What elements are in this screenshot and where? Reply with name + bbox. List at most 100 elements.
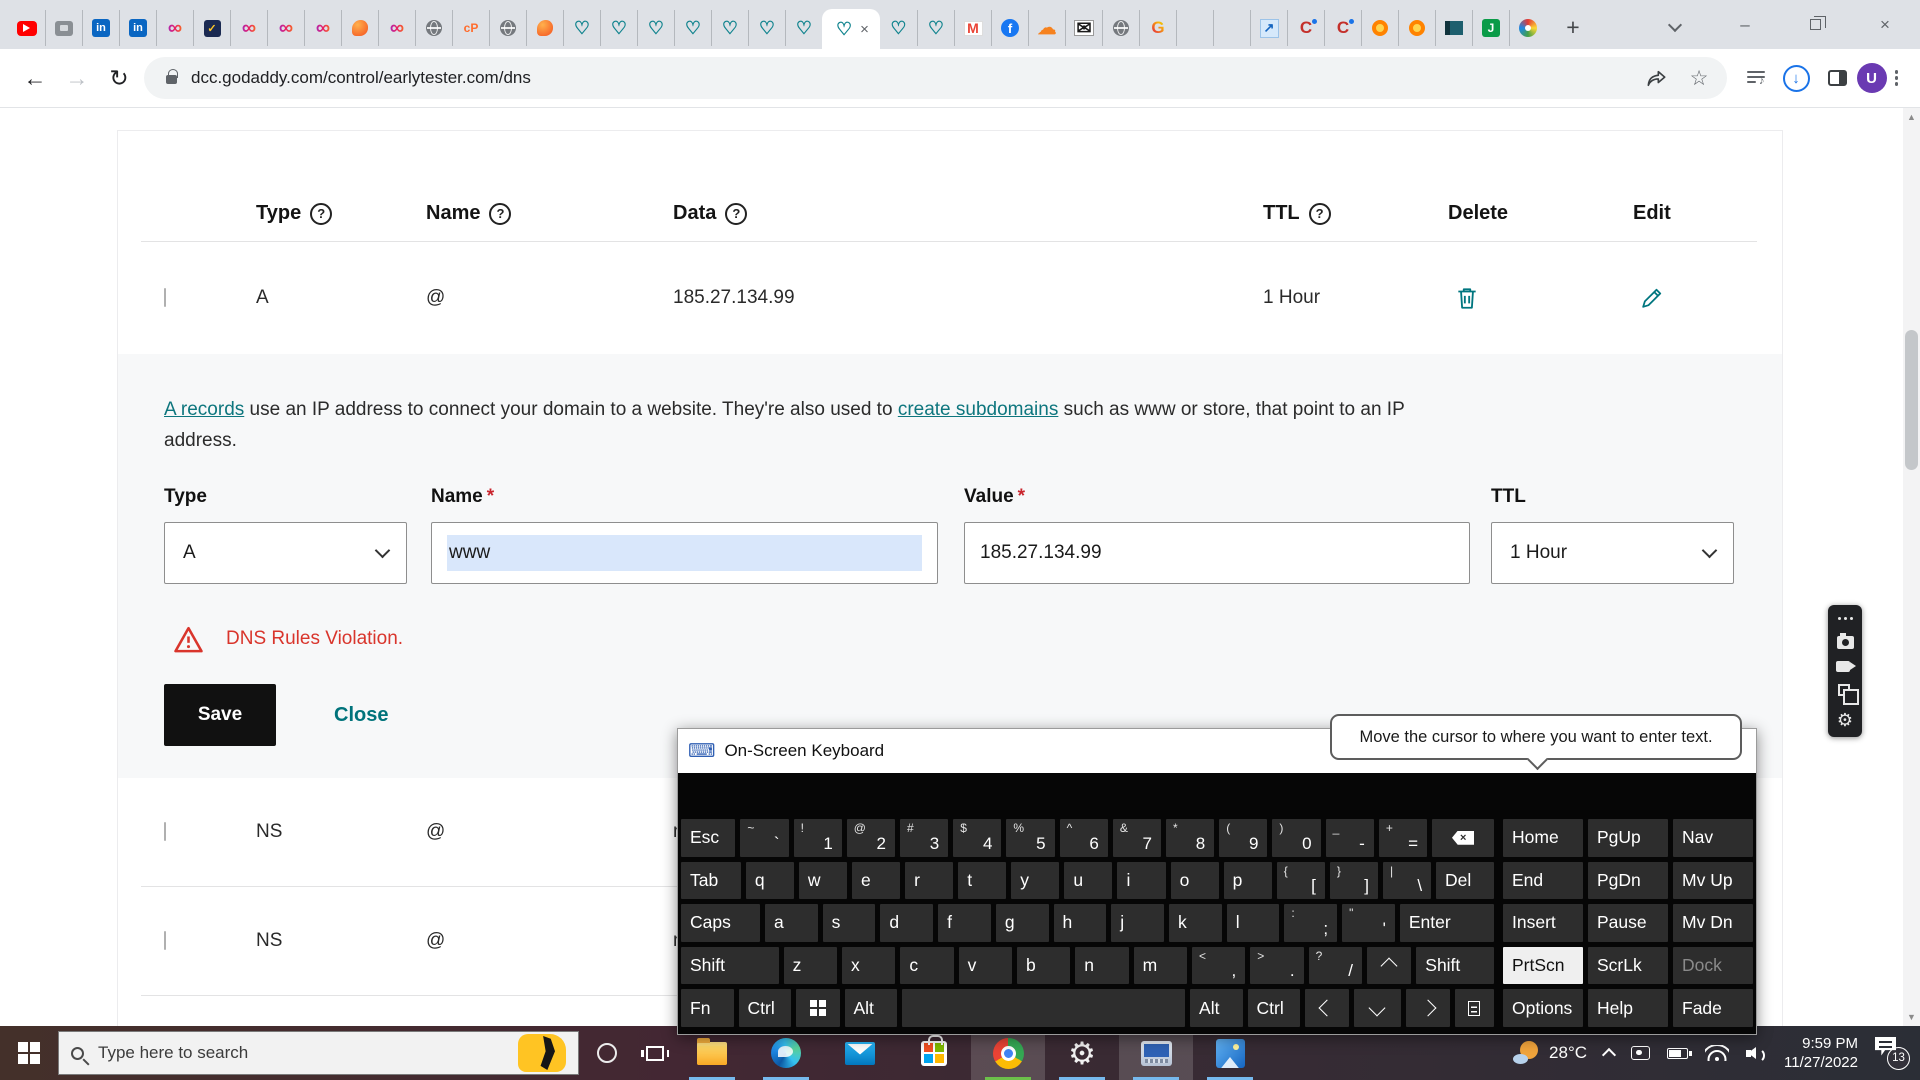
trash-icon[interactable] xyxy=(1454,285,1480,311)
active-tab[interactable]: ♡× xyxy=(822,9,880,49)
key-nav[interactable]: Nav xyxy=(1673,819,1753,857)
tab[interactable] xyxy=(489,10,526,46)
tab[interactable]: ∞ xyxy=(267,10,304,46)
key-ctrl[interactable]: Ctrl xyxy=(739,989,792,1027)
key-alt[interactable]: Alt xyxy=(845,989,898,1027)
camera-icon[interactable] xyxy=(1837,636,1854,649)
key-;[interactable]: :; xyxy=(1284,904,1337,942)
key-n[interactable]: n xyxy=(1075,947,1128,985)
tab[interactable] xyxy=(1509,10,1546,46)
key-fn[interactable]: Fn xyxy=(681,989,734,1027)
lock-icon[interactable] xyxy=(166,75,177,84)
key-7[interactable]: &7 xyxy=(1113,819,1161,857)
playlist-extension-icon[interactable]: ♪ xyxy=(1747,71,1765,85)
key-,[interactable]: <, xyxy=(1192,947,1245,985)
key-s[interactable]: s xyxy=(823,904,876,942)
key-arrow-down[interactable] xyxy=(1354,989,1402,1027)
tab[interactable] xyxy=(8,10,45,46)
tab[interactable] xyxy=(45,10,82,46)
key-6[interactable]: ^6 xyxy=(1060,819,1108,857)
record-checkbox[interactable] xyxy=(164,288,166,307)
tab[interactable] xyxy=(1435,10,1472,46)
key-space[interactable] xyxy=(902,989,1185,1027)
key-del[interactable]: Del xyxy=(1436,862,1494,900)
pencil-icon[interactable] xyxy=(1639,286,1664,311)
key-e[interactable]: e xyxy=(852,862,900,900)
tab[interactable]: ∞ xyxy=(304,10,341,46)
key-m[interactable]: m xyxy=(1134,947,1187,985)
tab[interactable]: C xyxy=(1324,10,1361,46)
tray-chevron-up-icon[interactable] xyxy=(1602,1048,1616,1062)
key-mv-dn[interactable]: Mv Dn xyxy=(1673,904,1753,942)
key-1[interactable]: !1 xyxy=(794,819,842,857)
key-g[interactable]: g xyxy=(996,904,1049,942)
tab[interactable]: J xyxy=(1472,10,1509,46)
key-scrlk[interactable]: ScrLk xyxy=(1588,947,1668,985)
help-icon[interactable]: ? xyxy=(310,203,332,225)
key-q[interactable]: q xyxy=(746,862,794,900)
key-help[interactable]: Help xyxy=(1588,989,1668,1027)
tab[interactable]: cP xyxy=(452,10,489,46)
tab[interactable] xyxy=(526,10,563,46)
type-select[interactable]: A xyxy=(164,522,407,584)
a-records-link[interactable]: A records xyxy=(164,399,244,420)
taskbar-clock[interactable]: 9:59 PM 11/27/2022 xyxy=(1784,1034,1858,1073)
tab[interactable] xyxy=(1398,10,1435,46)
reload-button[interactable]: ↻ xyxy=(98,57,140,99)
wifi-icon[interactable] xyxy=(1705,1045,1729,1061)
tab[interactable]: ♡ xyxy=(785,10,822,46)
more-options-icon[interactable] xyxy=(1844,617,1847,620)
tab[interactable]: ♡ xyxy=(600,10,637,46)
tab-search-button[interactable] xyxy=(1640,0,1710,49)
key-backspace[interactable]: × xyxy=(1432,819,1494,857)
tab[interactable]: C xyxy=(1287,10,1324,46)
key-y[interactable]: y xyxy=(1011,862,1059,900)
key-i[interactable]: i xyxy=(1117,862,1165,900)
key-tab[interactable]: Tab xyxy=(681,862,741,900)
key-`[interactable]: ~` xyxy=(740,819,788,857)
minimize-button[interactable]: – xyxy=(1710,0,1780,49)
tab[interactable]: ♡ xyxy=(711,10,748,46)
key-caps[interactable]: Caps xyxy=(681,904,760,942)
key-shift[interactable]: Shift xyxy=(1416,947,1494,985)
tab[interactable]: ♡ xyxy=(880,10,917,46)
save-button[interactable]: Save xyxy=(164,684,276,746)
key-p[interactable]: p xyxy=(1224,862,1272,900)
tab[interactable]: G xyxy=(1139,10,1176,46)
download-extension-icon[interactable]: ↓ xyxy=(1783,65,1810,92)
key-\[interactable]: |\ xyxy=(1383,862,1431,900)
tab[interactable]: f xyxy=(991,10,1028,46)
key-[[interactable]: {[ xyxy=(1277,862,1325,900)
task-view-button[interactable] xyxy=(635,1026,675,1080)
close-button[interactable]: × xyxy=(1850,0,1920,49)
key-t[interactable]: t xyxy=(958,862,1006,900)
tab[interactable] xyxy=(1176,10,1213,46)
edit-record-button[interactable] xyxy=(1633,286,1782,311)
key-dock[interactable]: Dock xyxy=(1673,947,1753,985)
tab[interactable] xyxy=(415,10,452,46)
weather-widget[interactable]: 28°C xyxy=(1513,1041,1587,1065)
tab[interactable]: ∞ xyxy=(230,10,267,46)
key-w[interactable]: w xyxy=(799,862,847,900)
key-ctrl[interactable]: Ctrl xyxy=(1248,989,1301,1027)
close-link[interactable]: Close xyxy=(334,704,388,727)
key-8[interactable]: *8 xyxy=(1166,819,1214,857)
address-bar[interactable]: dcc.godaddy.com/control/earlytester.com/… xyxy=(144,57,1727,99)
help-icon[interactable]: ? xyxy=(489,203,511,225)
tab[interactable]: ♡ xyxy=(917,10,954,46)
key-3[interactable]: #3 xyxy=(900,819,948,857)
key-alt[interactable]: Alt xyxy=(1190,989,1243,1027)
battery-icon[interactable] xyxy=(1667,1048,1688,1059)
key-end[interactable]: End xyxy=(1503,862,1583,900)
cortana-button[interactable] xyxy=(587,1026,627,1080)
tab[interactable]: ✉ xyxy=(1065,10,1102,46)
key--[interactable]: _- xyxy=(1326,819,1374,857)
url-text[interactable]: dcc.godaddy.com/control/earlytester.com/… xyxy=(191,68,1645,88)
key-arrow-right[interactable] xyxy=(1406,989,1450,1027)
ttl-select[interactable]: 1 Hour xyxy=(1491,522,1734,584)
scroll-up-icon[interactable]: ▲ xyxy=(1903,112,1920,122)
tab[interactable]: in xyxy=(119,10,156,46)
notification-center-button[interactable]: 13 xyxy=(1875,1037,1910,1070)
sidebar-icon[interactable] xyxy=(1828,70,1847,86)
screen-record-icon[interactable] xyxy=(1631,1046,1650,1060)
